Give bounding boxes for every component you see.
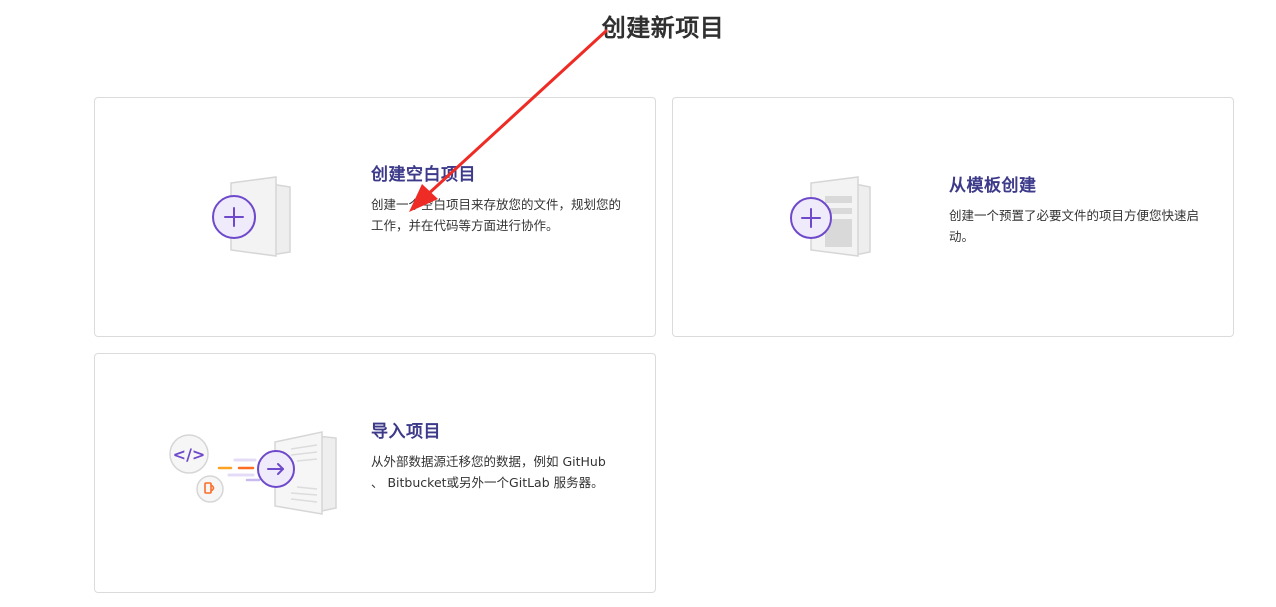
card-text: 创建空白项目 创建一个空白项目来存放您的文件，规划您的工作，并在代码等方面进行协… (371, 160, 621, 236)
card-title: 创建空白项目 (371, 165, 476, 185)
svg-text:</>: </> (173, 445, 206, 464)
create-from-template-card[interactable]: 从模板创建 创建一个预置了必要文件的项目方便您快速启动。 (672, 97, 1234, 337)
create-blank-project-card[interactable]: 创建空白项目 创建一个空白项目来存放您的文件，规划您的工作，并在代码等方面进行协… (94, 97, 656, 337)
template-document-icon (673, 98, 953, 336)
card-description: 从外部数据源迁移您的数据，例如 GitHub 、 Bitbucket或另外一个G… (371, 454, 606, 490)
page-title: 创建新项目 (601, 14, 725, 42)
import-document-icon: </> (95, 354, 375, 592)
card-text: 从模板创建 创建一个预置了必要文件的项目方便您快速启动。 (949, 171, 1199, 247)
card-title: 导入项目 (371, 422, 441, 442)
import-project-card[interactable]: </> 导入项目 从外部数据源迁移您的数据，例如 GitHub 、 Bitbuc… (94, 353, 656, 593)
plus-document-icon (95, 98, 375, 336)
card-description: 创建一个空白项目来存放您的文件，规划您的工作，并在代码等方面进行协作。 (371, 197, 622, 233)
create-project-page: 创建新项目 创建空白项目 创建一个空白项目来存放您的文件，规划您的工作，并在代码… (0, 0, 1276, 607)
card-title: 从模板创建 (949, 176, 1037, 196)
card-description: 创建一个预置了必要文件的项目方便您快速启动。 (949, 208, 1200, 244)
card-text: 导入项目 从外部数据源迁移您的数据，例如 GitHub 、 Bitbucket或… (371, 417, 621, 493)
